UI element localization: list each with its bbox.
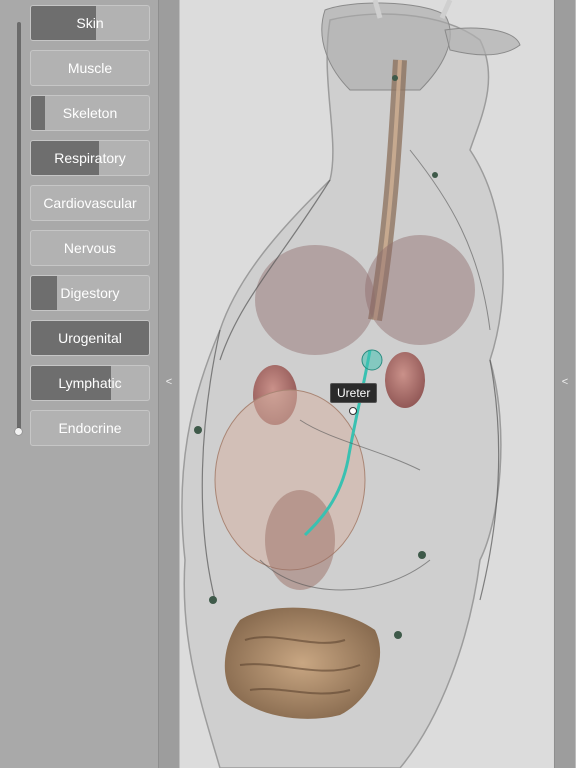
system-label: Muscle: [67, 60, 113, 76]
system-label: Skeleton: [62, 105, 118, 121]
system-label: Urogenital: [58, 330, 122, 346]
master-opacity-slider-knob[interactable]: [15, 428, 22, 435]
chevron-left-icon: <: [165, 376, 173, 388]
system-button-muscle[interactable]: Muscle: [30, 50, 150, 86]
left-panel-toggle[interactable]: <: [158, 0, 180, 768]
systems-panel: Skin Muscle Skeleton Respiratory Cardiov…: [0, 0, 158, 768]
system-label: Lymphatic: [58, 375, 122, 391]
chevron-left-icon: <: [561, 376, 569, 388]
system-button-skeleton[interactable]: Skeleton: [30, 95, 150, 131]
system-button-skin[interactable]: Skin: [30, 5, 150, 41]
ureter-label[interactable]: Ureter: [330, 383, 378, 403]
system-label: Respiratory: [54, 150, 126, 166]
system-button-respiratory[interactable]: Respiratory: [30, 140, 150, 176]
system-label: Digestory: [60, 285, 120, 301]
system-label: Cardiovascular: [43, 195, 137, 211]
system-button-lymphatic[interactable]: Lymphatic: [30, 365, 150, 401]
anatomy-3d-viewport[interactable]: Ureter: [180, 0, 553, 768]
system-button-digestory[interactable]: Digestory: [30, 275, 150, 311]
system-label: Nervous: [63, 240, 117, 256]
system-button-nervous[interactable]: Nervous: [30, 230, 150, 266]
label-anchor-dot[interactable]: [349, 407, 357, 415]
system-button-cardiovascular[interactable]: Cardiovascular: [30, 185, 150, 221]
system-label: Skin: [76, 15, 104, 31]
master-opacity-slider[interactable]: [17, 22, 21, 432]
system-button-urogenital[interactable]: Urogenital: [30, 320, 150, 356]
right-panel-toggle[interactable]: <: [554, 0, 576, 768]
system-button-endocrine[interactable]: Endocrine: [30, 410, 150, 446]
system-label: Endocrine: [58, 420, 122, 436]
